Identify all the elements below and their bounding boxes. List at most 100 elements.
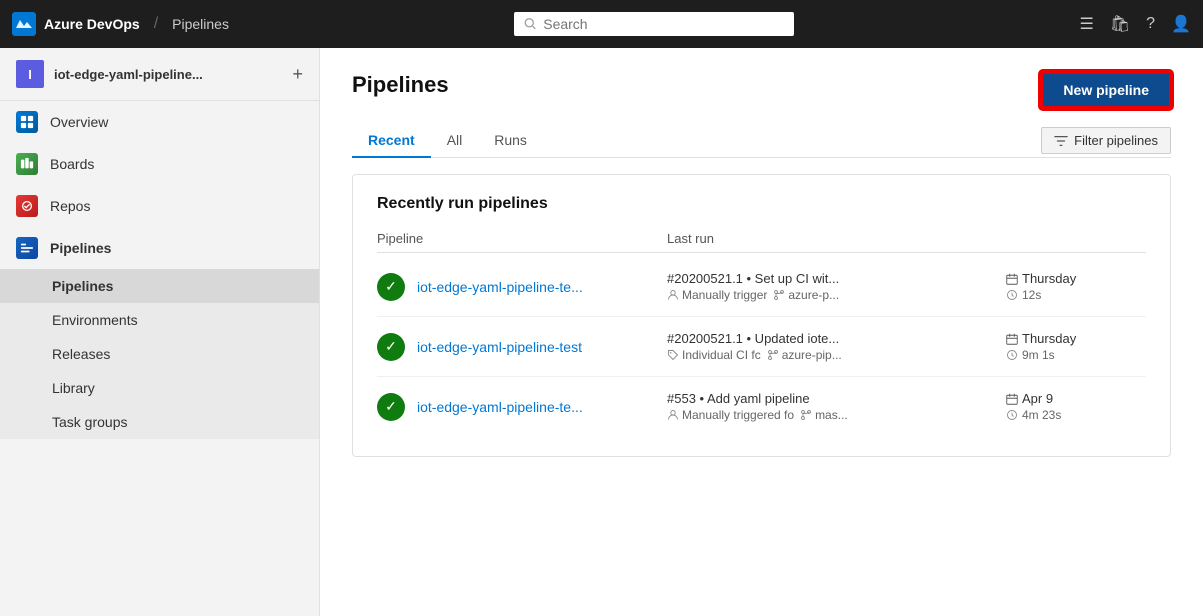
pipeline-run-info: #20200521.1 • Set up CI wit... Manually …	[667, 271, 1006, 302]
user-icon[interactable]: 👤	[1171, 14, 1191, 34]
tabs-row: Recent All Runs Filter pipelines	[352, 124, 1171, 158]
pipeline-name: iot-edge-yaml-pipeline-test	[417, 339, 667, 355]
sidebar-item-overview[interactable]: Overview	[0, 101, 319, 143]
sidebar-item-taskgroups[interactable]: Task groups	[0, 405, 319, 439]
branch-icon	[773, 289, 785, 301]
sidebar-item-pipelines[interactable]: Pipelines	[0, 269, 319, 303]
sidebar-item-pipelines-section[interactable]: Pipelines	[0, 227, 319, 269]
pipeline-date: Apr 9	[1006, 391, 1146, 406]
pipeline-run-info: #553 • Add yaml pipeline Manually trigge…	[667, 391, 1006, 422]
search-area	[239, 12, 1070, 36]
content-header: Pipelines New pipeline	[352, 72, 1171, 108]
boards-icon	[16, 153, 38, 175]
app-name: Azure DevOps	[44, 16, 140, 32]
sidebar: I iot-edge-yaml-pipeline... + Overview B…	[0, 48, 320, 616]
pipeline-time: 12s	[1006, 288, 1146, 302]
branch-icon	[800, 409, 812, 421]
search-icon	[524, 17, 537, 31]
clock-icon	[1006, 289, 1018, 301]
marketplace-icon[interactable]: 🛍	[1110, 14, 1130, 34]
environments-sub-label: Environments	[52, 312, 138, 328]
pipeline-run-meta: Individual CI fc azure-pip...	[667, 348, 1006, 362]
pipeline-status-icon: ✓	[377, 333, 405, 361]
recently-run-title: Recently run pipelines	[377, 195, 1146, 213]
library-sub-label: Library	[52, 380, 95, 396]
sidebar-item-boards[interactable]: Boards	[0, 143, 319, 185]
tag-icon	[667, 349, 679, 361]
topbar: Azure DevOps / Pipelines ☰ 🛍 ? 👤	[0, 0, 1203, 48]
pipeline-run-id: #20200521.1 • Set up CI wit...	[667, 271, 1006, 286]
azure-devops-logo-icon	[12, 12, 36, 36]
trigger-meta: Individual CI fc	[667, 348, 761, 362]
project-avatar: I	[16, 60, 44, 88]
new-pipeline-button[interactable]: New pipeline	[1041, 72, 1171, 108]
releases-sub-label: Releases	[52, 346, 110, 362]
search-input[interactable]	[543, 16, 784, 32]
branch-meta: mas...	[800, 408, 848, 422]
person-icon	[667, 289, 679, 301]
pipeline-date: Thursday	[1006, 271, 1146, 286]
pipeline-status-icon: ✓	[377, 393, 405, 421]
branch-meta: azure-pip...	[767, 348, 842, 362]
sidebar-item-environments[interactable]: Environments	[0, 303, 319, 337]
tab-all[interactable]: All	[431, 124, 479, 158]
calendar-icon	[1006, 273, 1018, 285]
col-header-lastrun: Last run	[667, 231, 1146, 246]
clock-icon	[1006, 409, 1018, 421]
main-layout: I iot-edge-yaml-pipeline... + Overview B…	[0, 48, 1203, 616]
pipeline-time: 4m 23s	[1006, 408, 1146, 422]
pipeline-date: Thursday	[1006, 331, 1146, 346]
filter-icon	[1054, 134, 1068, 148]
page-title: Pipelines	[352, 72, 449, 98]
sidebar-header: I iot-edge-yaml-pipeline... +	[0, 48, 319, 101]
help-icon[interactable]: ?	[1146, 15, 1155, 33]
overview-icon	[16, 111, 38, 133]
col-header-pipeline: Pipeline	[377, 231, 667, 246]
branch-icon	[767, 349, 779, 361]
tab-recent[interactable]: Recent	[352, 124, 431, 158]
project-selector[interactable]: I iot-edge-yaml-pipeline...	[16, 60, 203, 88]
app-logo[interactable]: Azure DevOps	[12, 12, 140, 36]
pipelines-section-label: Pipelines	[50, 240, 111, 256]
pipeline-run-meta: Manually trigger azure-p...	[667, 288, 1006, 302]
filter-pipelines-button[interactable]: Filter pipelines	[1041, 127, 1171, 154]
sidebar-item-releases[interactable]: Releases	[0, 337, 319, 371]
pipeline-run-id: #553 • Add yaml pipeline	[667, 391, 1006, 406]
add-project-icon[interactable]: +	[292, 64, 303, 85]
trigger-meta: Manually trigger	[667, 288, 767, 302]
col-headers: Pipeline Last run	[377, 225, 1146, 253]
pipeline-name: iot-edge-yaml-pipeline-te...	[417, 399, 667, 415]
person-icon	[667, 409, 679, 421]
content-area: Pipelines New pipeline Recent All Runs F…	[320, 48, 1203, 616]
table-row[interactable]: ✓ iot-edge-yaml-pipeline-test #20200521.…	[377, 317, 1146, 377]
branch-meta: azure-p...	[773, 288, 839, 302]
pipeline-date-info: Thursday 9m 1s	[1006, 331, 1146, 362]
table-row[interactable]: ✓ iot-edge-yaml-pipeline-te... #553 • Ad…	[377, 377, 1146, 436]
clock-icon	[1006, 349, 1018, 361]
pipeline-run-info: #20200521.1 • Updated iote... Individual…	[667, 331, 1006, 362]
pipeline-date-info: Thursday 12s	[1006, 271, 1146, 302]
pipeline-run-meta: Manually triggered fo mas...	[667, 408, 1006, 422]
breadcrumb: Pipelines	[172, 16, 229, 32]
repos-icon	[16, 195, 38, 217]
tab-runs[interactable]: Runs	[478, 124, 543, 158]
pipeline-time: 9m 1s	[1006, 348, 1146, 362]
pipelines-sub-label: Pipelines	[52, 278, 113, 294]
project-name: iot-edge-yaml-pipeline...	[54, 67, 203, 82]
calendar-icon	[1006, 333, 1018, 345]
filter-label: Filter pipelines	[1074, 133, 1158, 148]
pipeline-date-info: Apr 9 4m 23s	[1006, 391, 1146, 422]
table-row[interactable]: ✓ iot-edge-yaml-pipeline-te... #20200521…	[377, 257, 1146, 317]
search-box[interactable]	[514, 12, 794, 36]
notifications-icon[interactable]: ☰	[1080, 14, 1094, 34]
calendar-icon	[1006, 393, 1018, 405]
pipelines-card: Recently run pipelines Pipeline Last run…	[352, 174, 1171, 457]
tabs: Recent All Runs	[352, 124, 543, 157]
sidebar-item-repos[interactable]: Repos	[0, 185, 319, 227]
sidebar-item-library[interactable]: Library	[0, 371, 319, 405]
boards-label: Boards	[50, 156, 94, 172]
breadcrumb-separator: /	[154, 15, 158, 33]
taskgroups-sub-label: Task groups	[52, 414, 127, 430]
pipelines-section-icon	[16, 237, 38, 259]
repos-label: Repos	[50, 198, 90, 214]
